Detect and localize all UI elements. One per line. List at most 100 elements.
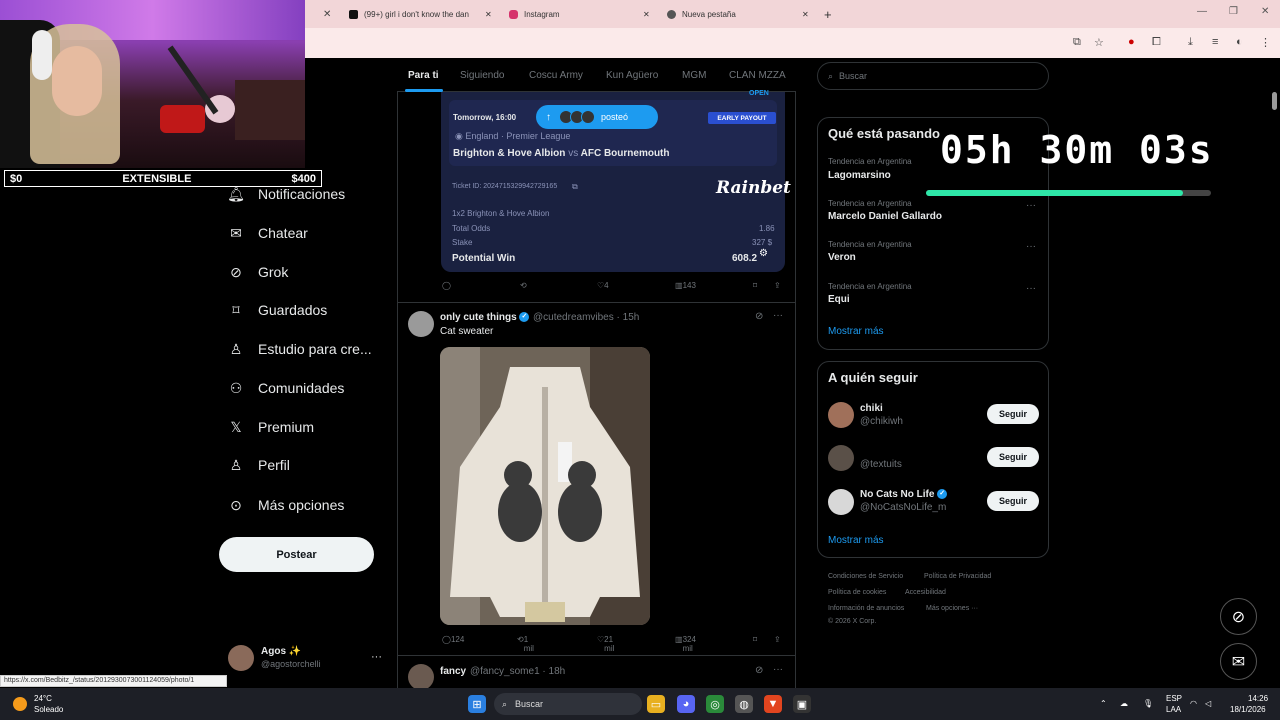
footer-link[interactable]: Información de anuncios [828,605,904,612]
terminal-icon[interactable]: ▣ [793,695,811,713]
tab-for-you[interactable]: Para ti [408,70,439,81]
avatar[interactable] [828,445,854,471]
reply-button[interactable]: ◯ 124 [442,635,464,644]
new-tab-button[interactable]: + [824,5,832,23]
trend-more-icon[interactable]: ··· [1026,200,1036,211]
extensions-icon[interactable]: ⧠ [1152,36,1161,49]
tweet-author[interactable]: fancy [440,666,466,677]
copy-icon[interactable]: ⧉ [572,182,578,192]
scrollbar[interactable] [1272,92,1277,110]
discord-icon[interactable]: ◕ [677,695,695,713]
avatar[interactable] [408,664,434,690]
nav-profile[interactable]: ♙ Perfil [228,457,290,474]
clock-date[interactable]: 18/1/2026 [1230,705,1266,714]
post-button[interactable]: Postear [219,537,374,572]
browser-tab-new[interactable]: Nueva pestaña [667,5,736,23]
share-icon[interactable]: ⇪ [774,281,781,290]
volume-icon[interactable]: ◁ [1205,699,1211,708]
language-indicator[interactable]: ESP [1166,694,1182,703]
footer-link[interactable]: Accesibilidad [905,589,946,596]
restore-icon[interactable]: ❐ [1229,6,1238,17]
mic-icon[interactable]: 🎙︎ [1143,699,1153,708]
follow-name[interactable]: No Cats No Life ✓ [860,489,948,500]
menu-icon[interactable]: ⋮ [1260,36,1271,49]
nav-premium[interactable]: 𝕏 Premium [228,419,314,436]
footer-link[interactable]: Más opciones ··· [926,605,978,612]
account-name[interactable]: Agos ✨ [261,646,301,657]
reply-icon[interactable]: ◯ [442,281,451,290]
nav-notifications[interactable]: 🔔︎ Notificaciones [227,186,345,203]
grok-icon[interactable]: ⊘ [755,665,763,676]
nav-chat[interactable]: ✉ Chatear [228,225,308,242]
tweet-image[interactable] [440,347,650,625]
download-icon[interactable]: ⤓ [1188,36,1193,49]
nav-grok[interactable]: ⊘ Grok [228,264,288,281]
follow-button[interactable]: Seguir [987,447,1039,467]
tab-following[interactable]: Siguiendo [460,70,504,81]
star-icon[interactable]: ☆ [1094,36,1104,49]
obs-icon[interactable]: ◍ [735,695,753,713]
more-icon[interactable]: ··· [773,310,783,321]
weather-icon[interactable] [13,697,27,711]
tab-clan-mzza[interactable]: CLAN MZZA [729,70,786,81]
footer-link[interactable]: Política de Privacidad [924,573,991,580]
brave-icon[interactable]: ▼ [764,695,782,713]
opera-icon[interactable]: ● [1128,36,1135,48]
tab-kun-aguero[interactable]: Kun Agüero [606,70,658,81]
minimize-icon[interactable]: — [1197,6,1207,17]
avatar[interactable] [408,311,434,337]
avatar[interactable] [828,402,854,428]
wifi-icon[interactable]: ◠ [1190,699,1197,708]
footer-link[interactable]: Política de cookies [828,589,886,596]
retweet-button[interactable]: ⟲ 1 mil [517,635,534,653]
trend-item[interactable]: Marcelo Daniel Gallardo [828,211,942,222]
close-icon[interactable]: ✕ [323,9,331,20]
browser-tab-instagram[interactable]: Instagram [509,5,560,23]
trend-more-icon[interactable]: ··· [1026,241,1036,252]
views-button[interactable]: ▥ 143 [675,281,696,290]
profile-icon[interactable]: ◐ [1236,36,1243,48]
grok-fab-icon[interactable]: ⊘ [1220,598,1257,635]
nav-more[interactable]: ⊙ Más opciones [228,497,344,514]
tab-mgm[interactable]: MGM [682,70,706,81]
footer-link[interactable]: Condiciones de Servicio [828,573,903,580]
trend-more-icon[interactable]: ··· [1026,283,1036,294]
nav-communities[interactable]: ⚇ Comunidades [228,380,345,397]
follow-show-more[interactable]: Mostrar más [828,535,884,546]
trend-item[interactable]: Lagomarsino [828,170,891,181]
close-icon[interactable]: ✕ [802,5,809,23]
nav-studio[interactable]: ♙ Estudio para cre... [228,341,372,358]
tweet-author[interactable]: only cute things ✓ [440,312,530,323]
follow-name[interactable]: chiki [860,403,883,414]
follow-button[interactable]: Seguir [987,404,1039,424]
file-explorer-icon[interactable]: ▭ [647,695,665,713]
tab-coscu-army[interactable]: Coscu Army [529,70,583,81]
trends-show-more[interactable]: Mostrar más [828,326,884,337]
nav-bookmarks[interactable]: ⌑ Guardados [228,302,327,319]
close-window-icon[interactable]: ✕ [1261,6,1269,17]
media-icon[interactable]: ≡ [1212,36,1218,48]
trend-item[interactable]: Veron [828,252,856,263]
avatar[interactable] [228,645,254,671]
views-button[interactable]: ▥ 324 mil [675,635,696,653]
avatar[interactable] [828,489,854,515]
install-app-icon[interactable]: ⧉ [1073,36,1081,49]
grok-icon[interactable]: ⊘ [755,311,763,322]
share-icon[interactable]: ⇪ [774,635,781,644]
bookmark-icon[interactable]: ⌑ [753,281,757,290]
clock-time[interactable]: 14:26 [1248,694,1268,703]
gear-icon[interactable]: ⚙ [759,248,768,259]
weather-temp[interactable]: 24°C [34,694,52,703]
more-icon[interactable]: ··· [773,664,783,675]
network-icon[interactable]: ☁ [1120,699,1128,708]
account-more-icon[interactable]: ··· [371,651,382,663]
retweet-icon[interactable]: ⟲ [520,281,527,290]
tab-close-first[interactable]: ✕ [323,5,331,23]
close-icon[interactable]: ✕ [485,5,492,23]
messages-fab-icon[interactable]: ✉ [1220,643,1257,680]
like-button[interactable]: ♡ 4 [597,281,609,290]
windows-start-icon[interactable]: ⊞ [468,695,486,713]
browser-tab-tiktok[interactable]: (99+) girl i don't know the dan [349,5,489,23]
chrome-icon[interactable]: ◎ [706,695,724,713]
bookmark-icon[interactable]: ⌑ [753,635,757,644]
